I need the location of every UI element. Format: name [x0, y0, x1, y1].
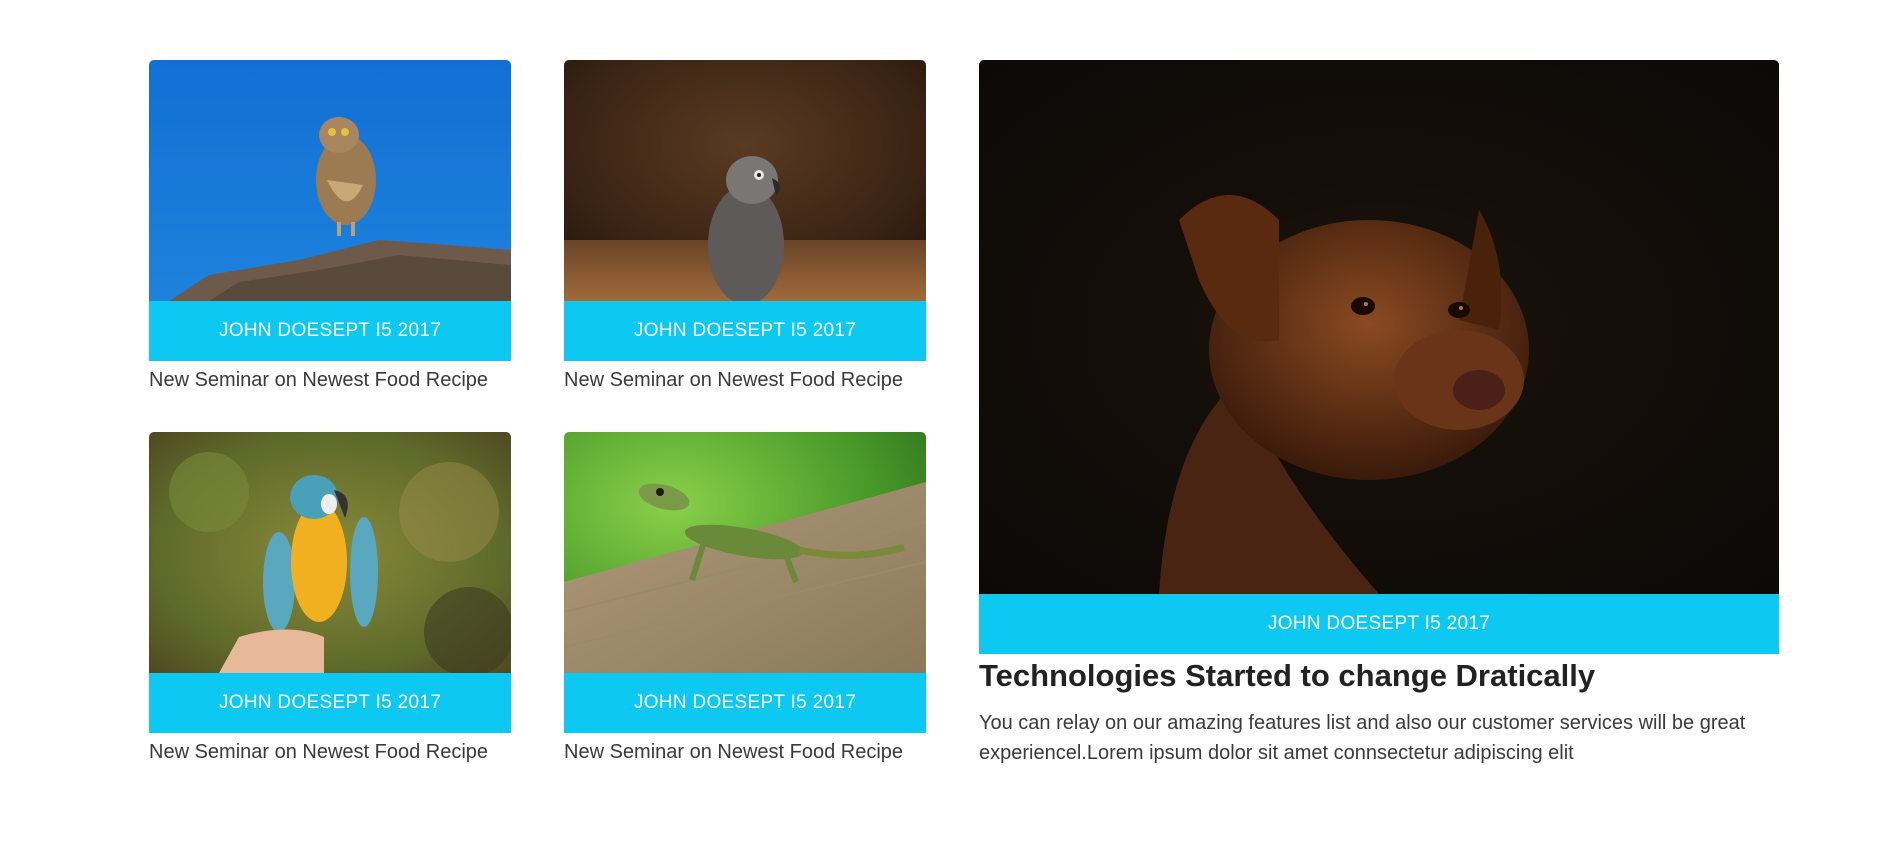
- post-title-link[interactable]: New Seminar on Newest Food Recipe: [564, 369, 926, 392]
- post-meta-bar: JOHN DOESEPT I5 2017: [564, 673, 926, 733]
- post-title-link[interactable]: New Seminar on Newest Food Recipe: [149, 369, 511, 392]
- blog-card-lizard[interactable]: JOHN DOESEPT I5 2017 New Seminar on Newe…: [564, 432, 926, 764]
- post-meta-bar: JOHN DOESEPT I5 2017: [979, 594, 1779, 654]
- blog-card-owl[interactable]: JOHN DOESEPT I5 2017 New Seminar on Newe…: [149, 60, 511, 392]
- macaw-image[interactable]: [149, 432, 511, 673]
- grey-parrot-image[interactable]: [564, 60, 926, 301]
- post-title-link[interactable]: New Seminar on Newest Food Recipe: [564, 741, 926, 764]
- lizard-image[interactable]: [564, 432, 926, 673]
- blog-card-grey-parrot[interactable]: JOHN DOESEPT I5 2017 New Seminar on Newe…: [564, 60, 926, 392]
- featured-post-title[interactable]: Technologies Started to change Draticall…: [979, 658, 1779, 694]
- post-meta-bar: JOHN DOESEPT I5 2017: [564, 301, 926, 361]
- featured-post-card[interactable]: JOHN DOESEPT I5 2017 Technologies Starte…: [979, 60, 1779, 768]
- featured-post-excerpt: You can relay on our amazing features li…: [979, 712, 1746, 764]
- owl-image[interactable]: [149, 60, 511, 301]
- post-title-link[interactable]: New Seminar on Newest Food Recipe: [149, 741, 511, 764]
- dog-image[interactable]: [979, 60, 1779, 594]
- post-meta-bar: JOHN DOESEPT I5 2017: [149, 301, 511, 361]
- blog-card-macaw[interactable]: JOHN DOESEPT I5 2017 New Seminar on Newe…: [149, 432, 511, 764]
- post-meta-bar: JOHN DOESEPT I5 2017: [149, 673, 511, 733]
- blog-grid-section: JOHN DOESEPT I5 2017 New Seminar on Newe…: [0, 0, 1902, 852]
